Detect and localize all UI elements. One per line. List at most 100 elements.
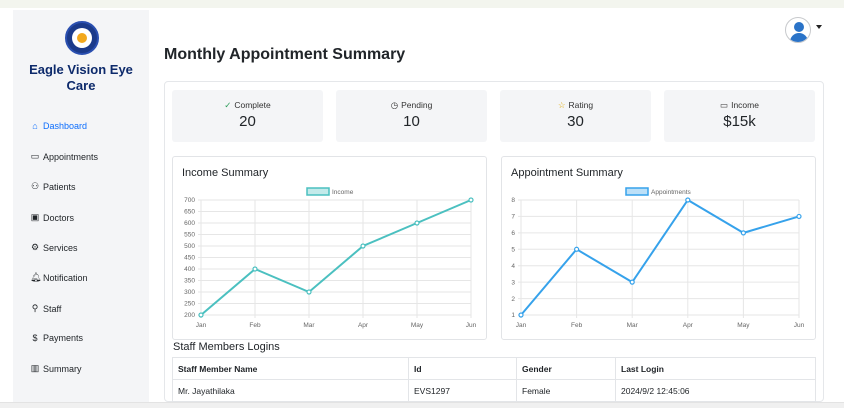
- x-tick-label: May: [411, 322, 424, 329]
- stat-label-text: Rating: [568, 100, 594, 110]
- y-tick-label: 350: [184, 278, 195, 285]
- people-icon: ⚇: [30, 181, 40, 191]
- stat-card-complete: ✓ Complete 20: [172, 90, 323, 142]
- stat-value: $15k: [723, 113, 756, 130]
- column-header-id: Id: [408, 357, 517, 380]
- y-tick-label: 2: [511, 296, 515, 303]
- x-tick-label: Jan: [516, 322, 527, 329]
- stat-label: ✓ Complete: [172, 100, 323, 111]
- sidebar-item-patients[interactable]: ⚇ Patients: [30, 181, 76, 192]
- legend-swatch: [306, 187, 330, 196]
- appointment-chart-card: Appointment Summary Appointments 8 7 6 5 4 3 2 1…: [501, 156, 816, 340]
- series-line-appointments: [520, 198, 800, 316]
- y-tick-label: 7: [511, 214, 515, 221]
- y-tick-label: 200: [184, 312, 195, 319]
- sidebar-item-summary[interactable]: ▥ Summary: [30, 363, 82, 374]
- x-tick-label: Jun: [466, 322, 477, 329]
- data-point: [740, 230, 746, 236]
- stat-label-text: Complete: [234, 100, 271, 110]
- dollar-icon: $: [32, 333, 38, 343]
- stat-card-pending: ◷ Pending 10: [336, 90, 487, 142]
- sidebar-item-label: Services: [43, 242, 78, 253]
- user-avatar-icon[interactable]: [785, 17, 811, 43]
- sidebar-item-services[interactable]: ⚙ Services: [30, 242, 78, 253]
- app-window: Eagle Vision Eye Care ⌂ Dashboard ▭ Appoint…: [0, 0, 844, 408]
- data-point: [198, 312, 204, 318]
- top-strip: [0, 0, 844, 8]
- sidebar-item-label: Doctors: [43, 212, 75, 223]
- x-tick-label: Jun: [794, 322, 805, 329]
- stat-label-text: Income: [731, 100, 759, 110]
- y-tick-label: 250: [184, 301, 195, 308]
- x-tick-label: Apr: [358, 322, 369, 329]
- data-point: [518, 312, 524, 318]
- stat-label: ☆ Rating: [500, 100, 651, 111]
- y-tick-label: 6: [511, 230, 515, 237]
- x-tick-label: Apr: [683, 322, 694, 329]
- y-tick-label: 450: [184, 255, 195, 262]
- appointment-chart: Appointments 8 7 6 5 4 3 2 1Jan Feb Mar Apr May Jun: [511, 187, 805, 329]
- page-title: Monthly Appointment Summary: [164, 46, 406, 63]
- legend-swatch: [625, 187, 649, 196]
- y-tick-label: 500: [184, 243, 195, 250]
- sidebar-item-label: Appointments: [43, 151, 99, 162]
- sidebar-item-label: Payments: [43, 333, 84, 343]
- x-tick-label: Feb: [249, 322, 261, 329]
- sidebar-item-notification[interactable]: 🔔︎ Notification: [30, 272, 88, 283]
- x-tick-label: Jan: [196, 322, 207, 329]
- stat-value: 20: [239, 113, 256, 130]
- bar-chart-icon: ▥: [30, 363, 40, 373]
- table-row: Mr. Jayathilaka EVS1297 Female 2024/9/2 …: [172, 379, 816, 402]
- sidebar: Eagle Vision Eye Care ⌂ Dashboard ▭ Appoint…: [13, 10, 149, 402]
- column-header-gender: Gender: [516, 357, 616, 380]
- x-tick-label: Feb: [571, 322, 583, 329]
- legend-label: Income: [332, 189, 354, 196]
- stat-label-text: Pending: [401, 100, 433, 110]
- y-tick-label: 8: [511, 197, 515, 204]
- x-tick-label: Mar: [627, 322, 639, 329]
- data-point: [414, 220, 420, 226]
- x-tick-label: May: [737, 322, 750, 329]
- stat-value: 10: [403, 113, 420, 130]
- x-tick-label: Mar: [303, 322, 315, 329]
- staff-logins-table: Staff Member Name Id Gender Last Login M…: [172, 357, 816, 402]
- data-point: [306, 289, 312, 295]
- y-tick-label: 5: [511, 246, 515, 253]
- y-tick-label: 1: [511, 312, 515, 319]
- sidebar-item-appointments[interactable]: ▭ Appointments: [30, 151, 98, 162]
- sidebar-item-doctors[interactable]: ▣ Doctors: [30, 212, 74, 223]
- data-point: [360, 243, 366, 249]
- data-point: [573, 246, 580, 252]
- cell-last-login: 2024/9/2 12:45:06: [615, 379, 816, 402]
- chevron-down-icon[interactable]: [816, 25, 822, 29]
- y-tick-label: 400: [184, 266, 195, 273]
- stat-label: ▭ Income: [664, 100, 815, 111]
- y-tick-label: 4: [511, 263, 515, 270]
- cell-gender: Female: [516, 379, 616, 402]
- clinic-logo: [65, 21, 99, 55]
- y-tick-label: 600: [184, 220, 195, 227]
- sidebar-item-label: Dashboard: [43, 121, 88, 131]
- stat-value: 30: [567, 113, 584, 130]
- income-chart: Income700650600550500450400350300250200J…: [184, 187, 477, 329]
- sidebar-item-payments[interactable]: $ Payments: [30, 333, 83, 343]
- y-tick-label: 650: [184, 209, 195, 216]
- cell-staff-id: EVS1297: [408, 379, 517, 402]
- horizontal-scrollbar[interactable]: [0, 402, 844, 408]
- brand-name: Eagle Vision Eye Care: [29, 62, 133, 93]
- data-point: [796, 213, 802, 220]
- clock-icon: ◷: [390, 100, 399, 110]
- y-tick-label: 3: [511, 279, 515, 286]
- stat-label: ◷ Pending: [336, 100, 487, 111]
- y-tick-label: 300: [184, 289, 195, 296]
- bell-icon: 🔔︎: [30, 272, 42, 282]
- id-badge-icon: ▣: [30, 212, 40, 222]
- cash-icon: ▭: [720, 100, 729, 110]
- y-tick-label: 700: [184, 197, 195, 204]
- sidebar-item-staff[interactable]: ⚲ Staff: [30, 303, 62, 314]
- gear-icon: ⚙: [30, 242, 40, 252]
- y-tick-label: 550: [184, 232, 195, 239]
- income-chart-card: Income Summary Income 700 650 600 550 500 450 4…: [172, 156, 487, 340]
- sidebar-item-dashboard[interactable]: ⌂ Dashboard: [30, 121, 87, 131]
- home-icon: ⌂: [32, 121, 38, 131]
